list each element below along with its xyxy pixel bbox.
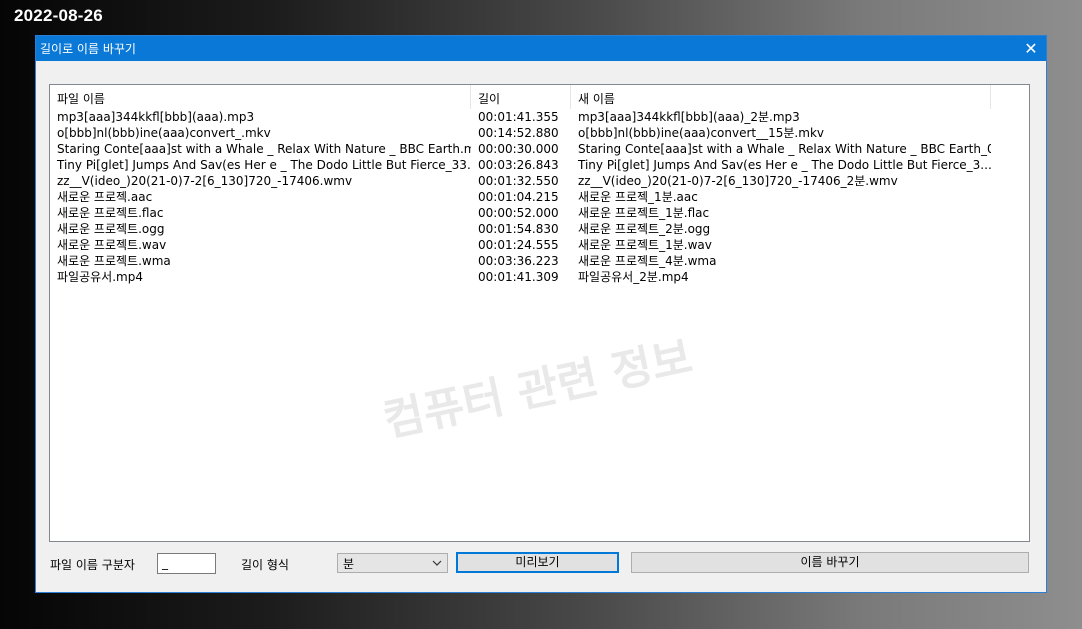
length-cell: 00:01:04.215: [478, 190, 559, 204]
filename-cell: Staring Conte[aaa]st with a Whale _ Rela…: [57, 142, 471, 156]
column-header-filename[interactable]: 파일 이름: [50, 85, 471, 109]
list-item[interactable]: 새로운 프로젝트.flac 00:00:52.000 새로운 프로젝트_1분.fla…: [50, 205, 1029, 221]
list-item[interactable]: 새로운 프로젝트.wav 00:01:24.555 새로운 프로젝트_1분.wav: [50, 237, 1029, 253]
date-stamp: 2022-08-26: [14, 6, 103, 25]
new-name-cell: 새로운 프로젝_1분.aac: [578, 190, 698, 204]
new-name-cell: Staring Conte[aaa]st with a Whale _ Rela…: [578, 142, 991, 156]
new-name-cell: o[bbb]nl(bbb)ine(aaa)convert__15분.mkv: [578, 126, 824, 140]
close-icon[interactable]: ✕: [1016, 36, 1046, 61]
rename-by-length-dialog: 길이로 이름 바꾸기 ✕ 파일 이름 길이 새 이름 mp3[aaa]344kk…: [35, 35, 1047, 593]
bottom-controls: 파일 이름 구분자 _ 길이 형식 분 미리보기 이름 바꾸기: [36, 551, 1048, 577]
new-name-cell: 파일공유서_2분.mp4: [578, 270, 689, 284]
separator-label: 파일 이름 구분자: [50, 558, 135, 572]
window-title: 길이로 이름 바꾸기: [40, 42, 136, 56]
length-cell: 00:03:26.843: [478, 158, 559, 172]
length-format-select[interactable]: 분: [337, 553, 448, 573]
length-cell: 00:03:36.223: [478, 254, 559, 268]
length-cell: 00:01:41.309: [478, 270, 559, 284]
filename-cell: 새로운 프로젝트.flac: [57, 206, 164, 220]
new-name-cell: zz__V(ideo_)20(21-0)7-2[6_130]720_-17406…: [578, 174, 898, 188]
list-item[interactable]: mp3[aaa]344kkfl[bbb](aaa).mp3 00:01:41.35…: [50, 109, 1029, 125]
length-cell: 00:01:32.550: [478, 174, 559, 188]
filename-cell: zz__V(ideo_)20(21-0)7-2[6_130]720_-17406…: [57, 174, 353, 188]
length-cell: 00:01:54.830: [478, 222, 559, 236]
watermark: 컴퓨터 관련 정보: [379, 331, 697, 447]
filename-cell: 새로운 프로젝트.ogg: [57, 222, 165, 236]
filename-cell: 새로운 프로젝트.wav: [57, 238, 167, 252]
new-name-cell: Tiny Pi[glet] Jumps And Sav(es Her e _ T…: [578, 158, 991, 172]
column-header-new-name[interactable]: 새 이름: [571, 85, 991, 109]
file-list[interactable]: 파일 이름 길이 새 이름 mp3[aaa]344kkfl[bbb](aaa).…: [49, 84, 1030, 542]
filename-cell: 새로운 프로젝.aac: [57, 190, 153, 204]
list-item[interactable]: o[bbb]nl(bbb)ine(aaa)convert_.mkv 00:14:5…: [50, 125, 1029, 141]
list-header: 파일 이름 길이 새 이름: [50, 85, 1029, 109]
filename-cell: 새로운 프로젝트.wma: [57, 254, 171, 268]
new-name-cell: 새로운 프로젝트_1분.wav: [578, 238, 712, 252]
list-item[interactable]: Tiny Pi[glet] Jumps And Sav(es Her e _ T…: [50, 157, 1029, 173]
title-bar[interactable]: 길이로 이름 바꾸기 ✕: [36, 36, 1046, 61]
preview-button[interactable]: 미리보기: [456, 552, 619, 573]
chevron-down-icon: [432, 560, 442, 566]
length-cell: 00:01:24.555: [478, 238, 559, 252]
filename-cell: mp3[aaa]344kkfl[bbb](aaa).mp3: [57, 110, 255, 124]
length-cell: 00:00:30.000: [478, 142, 559, 156]
list-body: mp3[aaa]344kkfl[bbb](aaa).mp3 00:01:41.35…: [50, 109, 1029, 285]
column-header-length[interactable]: 길이: [471, 85, 571, 109]
filename-cell: 파일공유서.mp4: [57, 270, 143, 284]
list-item[interactable]: Staring Conte[aaa]st with a Whale _ Rela…: [50, 141, 1029, 157]
filename-cell: o[bbb]nl(bbb)ine(aaa)convert_.mkv: [57, 126, 271, 140]
format-label: 길이 형식: [241, 558, 289, 572]
new-name-cell: mp3[aaa]344kkfl[bbb](aaa)_2분.mp3: [578, 110, 800, 124]
length-cell: 00:00:52.000: [478, 206, 559, 220]
length-cell: 00:01:41.355: [478, 110, 559, 124]
format-select-value: 분: [343, 556, 355, 571]
list-item[interactable]: 파일공유서.mp4 00:01:41.309 파일공유서_2분.mp4: [50, 269, 1029, 285]
new-name-cell: 새로운 프로젝트_1분.flac: [578, 206, 710, 220]
list-item[interactable]: 새로운 프로젝트.wma 00:03:36.223 새로운 프로젝트_4분.wma: [50, 253, 1029, 269]
filename-cell: Tiny Pi[glet] Jumps And Sav(es Her e _ T…: [57, 158, 471, 172]
list-item[interactable]: 새로운 프로젝.aac 00:01:04.215 새로운 프로젝_1분.aac: [50, 189, 1029, 205]
rename-button[interactable]: 이름 바꾸기: [631, 552, 1029, 573]
list-item[interactable]: zz__V(ideo_)20(21-0)7-2[6_130]720_-17406…: [50, 173, 1029, 189]
separator-input[interactable]: _: [157, 553, 216, 574]
new-name-cell: 새로운 프로젝트_2분.ogg: [578, 222, 711, 236]
length-cell: 00:14:52.880: [478, 126, 559, 140]
new-name-cell: 새로운 프로젝트_4분.wma: [578, 254, 717, 268]
list-item[interactable]: 새로운 프로젝트.ogg 00:01:54.830 새로운 프로젝트_2분.ogg: [50, 221, 1029, 237]
